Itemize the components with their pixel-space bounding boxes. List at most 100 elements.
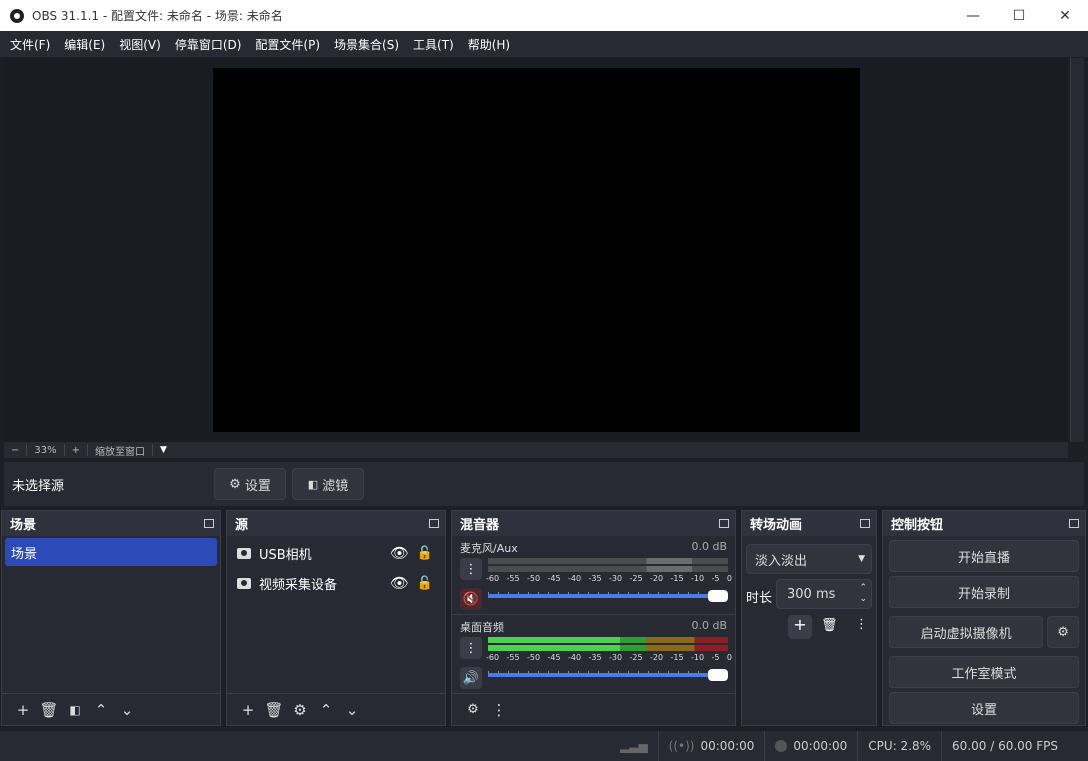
zoom-in-button[interactable]: +: [65, 445, 87, 456]
popout-icon[interactable]: [860, 519, 870, 528]
scenes-dock: 场景 场景 + 🗑 ◧ ⌃ ⌄: [1, 510, 221, 726]
lock-icon[interactable]: 🔓: [417, 576, 433, 591]
channel-name: 桌面音频: [460, 621, 504, 634]
transition-select[interactable]: 淡入淡出 ▼: [746, 544, 872, 574]
channel-menu-button[interactable]: ⋮: [460, 637, 482, 659]
preview-area[interactable]: [4, 58, 1068, 442]
mixer-channel: 麦克风/Aux 0.0 dB ⋮ -60 -55 -50 -45 -40 -35 -30 -2…: [452, 536, 735, 614]
settings-button[interactable]: 设置: [889, 692, 1079, 724]
mixer-channel: 桌面音频 0.0 dB ⋮ -60 -55 -50 -45 -40 -35 -30 -25 -2…: [452, 614, 735, 692]
source-item[interactable]: USB相机 👁 🔓: [227, 538, 445, 568]
stepper-icon[interactable]: ⌃ ⌄: [859, 583, 867, 605]
virtual-cam-button[interactable]: 启动虚拟摄像机: [889, 616, 1044, 648]
eye-icon[interactable]: 👁: [390, 544, 409, 562]
sources-header: 源: [227, 511, 445, 536]
source-toolbar: 未选择源 ⚙ 设置 ◧ 滤镜: [4, 462, 1084, 506]
mixer-dock: 混音器 麦克风/Aux 0.0 dB ⋮ -60 -55 -50 -45 -40 -35-…: [451, 510, 736, 726]
volume-slider[interactable]: [488, 669, 728, 681]
more-icon[interactable]: ⋮: [855, 617, 868, 632]
duration-value: 300 ms: [787, 586, 836, 602]
menu-edit[interactable]: 编辑(E): [58, 36, 111, 53]
menu-tools[interactable]: 工具(T): [407, 36, 460, 53]
volume-meter: [488, 558, 728, 564]
start-stream-button[interactable]: 开始直播: [889, 540, 1079, 572]
studio-mode-button[interactable]: 工作室模式: [889, 656, 1079, 688]
scene-item[interactable]: 场景: [5, 538, 217, 566]
add-icon[interactable]: +: [235, 701, 261, 719]
start-record-button[interactable]: 开始录制: [889, 576, 1079, 608]
transitions-header: 转场动画: [742, 511, 876, 536]
menu-docks[interactable]: 停靠窗口(D): [169, 36, 248, 53]
menu-file[interactable]: 文件(F): [4, 36, 56, 53]
controls-title: 控制按钮: [891, 518, 944, 533]
mixer-menu-icon[interactable]: ⋮: [486, 701, 512, 719]
preview-scrollbar[interactable]: [1070, 58, 1084, 442]
popout-icon[interactable]: [429, 519, 439, 528]
controls-dock: 控制按钮 开始直播 开始录制 启动虚拟摄像机 ⚙ 工作室模式 设置: [882, 510, 1086, 726]
zoom-out-button[interactable]: −: [4, 445, 26, 456]
zoom-fit-option[interactable]: 缩放至窗口: [88, 443, 152, 458]
obs-logo-icon: [10, 8, 24, 23]
volume-meter: [488, 637, 728, 643]
source-settings-button[interactable]: ⚙ 设置: [214, 468, 286, 500]
gear-icon[interactable]: ⚙: [287, 701, 313, 719]
source-filters-button[interactable]: ◧ 滤镜: [292, 468, 364, 500]
no-source-label: 未选择源: [12, 478, 65, 494]
virtual-cam-settings-button[interactable]: ⚙: [1047, 616, 1079, 648]
transitions-dock: 转场动画 淡入淡出 ▼ 时长 300 ms ⌃ ⌄ + 🗑 ⋮: [741, 510, 877, 726]
menu-view[interactable]: 视图(V): [113, 36, 167, 53]
trash-icon[interactable]: 🗑: [261, 701, 287, 719]
preview-canvas[interactable]: [213, 68, 860, 432]
advanced-audio-icon[interactable]: ⚙: [460, 702, 486, 717]
signal-bars-icon: ▂▃▅: [619, 739, 648, 753]
zoom-dropdown-icon[interactable]: ▼: [153, 445, 174, 455]
popout-icon[interactable]: [719, 519, 729, 528]
stream-icon: ((•)): [668, 739, 695, 753]
source-item[interactable]: 视频采集设备 👁 🔓: [227, 568, 445, 598]
menu-scene-collection[interactable]: 场景集合(S): [328, 36, 405, 53]
eye-icon[interactable]: 👁: [390, 574, 409, 592]
camera-icon: [237, 577, 251, 589]
fps-readout: 60.00 / 60.00 FPS: [941, 731, 1088, 761]
maximize-button[interactable]: ☐: [996, 0, 1042, 31]
cpu-usage: CPU: 2.8%: [857, 731, 941, 761]
source-name: USB相机: [259, 547, 312, 563]
close-button[interactable]: ✕: [1042, 0, 1088, 31]
channel-menu-button[interactable]: ⋮: [460, 558, 482, 580]
muted-speaker-icon[interactable]: 🔇: [460, 588, 482, 610]
sources-toolbar: + 🗑 ⚙ ⌃ ⌄: [227, 693, 445, 725]
add-icon[interactable]: +: [10, 701, 36, 719]
duration-input[interactable]: 300 ms ⌃ ⌄: [776, 579, 872, 609]
move-down-icon[interactable]: ⌄: [339, 701, 365, 719]
scenes-title: 场景: [10, 518, 37, 533]
source-settings-label: 设置: [244, 478, 271, 494]
menu-bar: 文件(F) 编辑(E) 视图(V) 停靠窗口(D) 配置文件(P) 场景集合(S…: [0, 31, 1088, 57]
popout-icon[interactable]: [204, 519, 214, 528]
transitions-title: 转场动画: [750, 518, 803, 533]
status-bar: ▂▃▅ ((•)) 00:00:00 00:00:00 CPU: 2.8% 60…: [0, 731, 1088, 761]
minimize-button[interactable]: —: [950, 0, 996, 31]
menu-help[interactable]: 帮助(H): [462, 36, 516, 53]
window-title: OBS 31.1.1 - 配置文件: 未命名 - 场景: 未命名: [32, 9, 283, 23]
record-time: 00:00:00: [793, 739, 848, 753]
move-down-icon[interactable]: ⌄: [114, 701, 140, 719]
trash-icon[interactable]: 🗑: [821, 618, 838, 633]
volume-slider[interactable]: [488, 590, 728, 602]
move-up-icon[interactable]: ⌃: [313, 701, 339, 719]
move-up-icon[interactable]: ⌃: [88, 701, 114, 719]
channel-db: 0.0 dB: [691, 619, 727, 632]
speaker-icon[interactable]: 🔊: [460, 667, 482, 689]
source-filters-label: 滤镜: [322, 478, 349, 494]
menu-profile[interactable]: 配置文件(P): [249, 36, 326, 53]
filter-icon[interactable]: ◧: [62, 703, 88, 717]
meter-scale: -60 -55 -50 -45 -40 -35 -30 -25 -20 -15 -10 -5 0: [486, 653, 732, 662]
lock-icon[interactable]: 🔓: [417, 546, 433, 561]
channel-name: 麦克风/Aux: [460, 542, 518, 555]
stream-time: 00:00:00: [700, 739, 755, 753]
volume-meter: [488, 645, 728, 651]
add-icon[interactable]: +: [788, 615, 812, 639]
channel-db: 0.0 dB: [691, 540, 727, 553]
chevron-down-icon: ▼: [858, 554, 865, 564]
trash-icon[interactable]: 🗑: [36, 701, 62, 719]
popout-icon[interactable]: [1069, 519, 1079, 528]
